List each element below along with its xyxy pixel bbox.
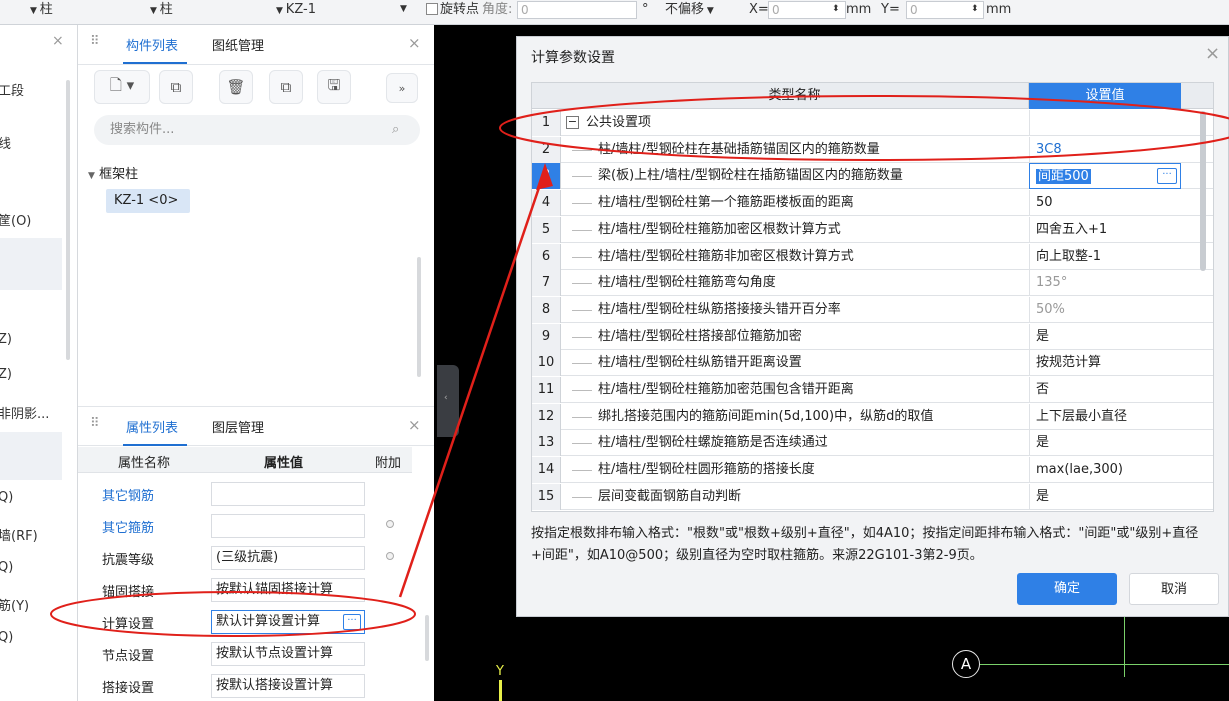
annotation-overlay	[50, 95, 1229, 637]
annotation-arrow	[398, 169, 547, 598]
annotation-ellipse-dialog	[499, 95, 1229, 161]
arrowhead-icon	[536, 163, 553, 190]
annotation-ellipse-property	[50, 591, 416, 637]
